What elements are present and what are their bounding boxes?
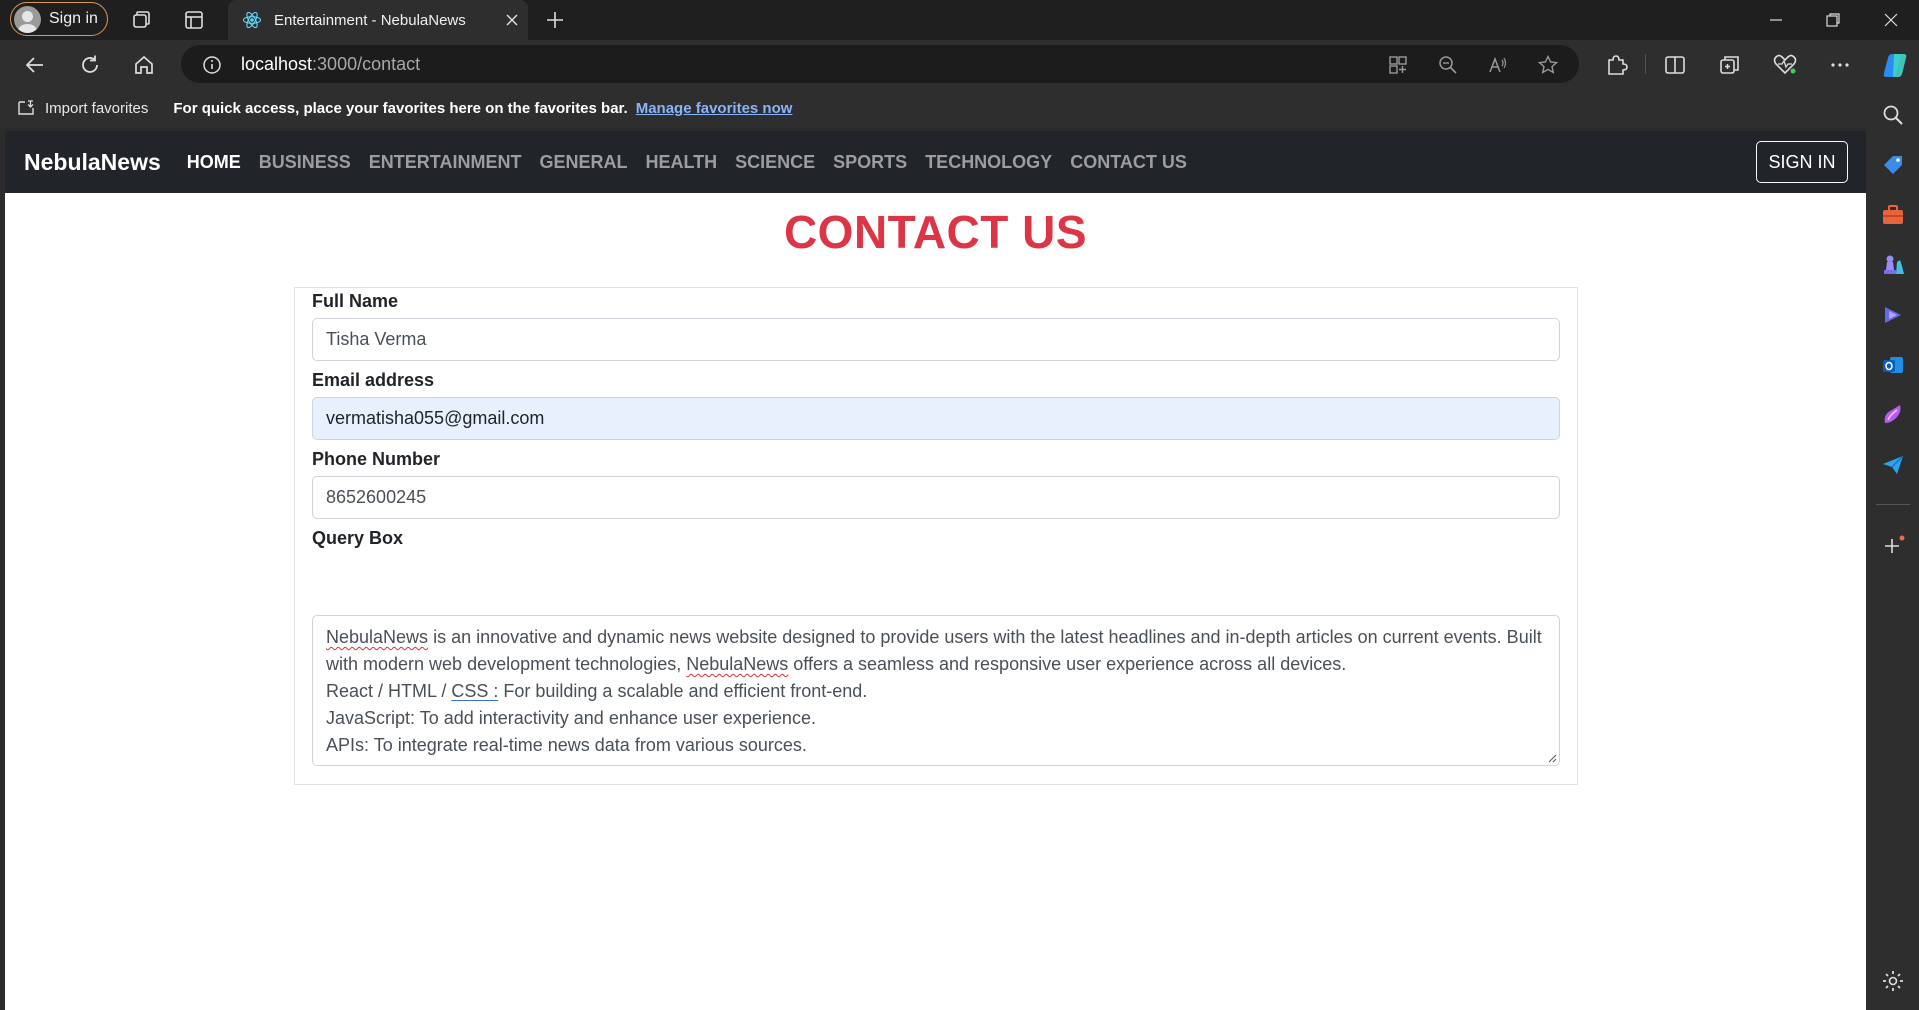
extensions-icon[interactable] [1603, 52, 1629, 78]
nav-general[interactable]: GENERAL [539, 152, 627, 173]
query-text: with modern web development technologies… [326, 654, 687, 674]
query-text: React / HTML / [326, 681, 452, 701]
email-label: Email address [312, 370, 435, 390]
import-favorites-button[interactable]: Import favorites [16, 98, 148, 118]
favorites-bar: Import favorites For quick access, place… [0, 88, 1870, 128]
manage-favorites-link[interactable]: Manage favorites now [636, 100, 793, 117]
minimize-icon[interactable] [1764, 8, 1788, 32]
more-options-icon[interactable] [1827, 52, 1853, 78]
url-text[interactable]: localhost:3000/contact [241, 54, 420, 75]
app-available-icon[interactable] [1387, 54, 1409, 76]
query-line-1: NebulaNews is an innovative and dynamic … [326, 624, 1546, 651]
profile-avatar-icon [14, 5, 41, 33]
query-label: Query Box [312, 528, 404, 548]
vertical-tabs-icon[interactable] [183, 9, 205, 31]
split-screen-icon[interactable] [1662, 52, 1688, 78]
tab-close-button[interactable] [496, 4, 528, 36]
tab-title: Entertainment - NebulaNews [274, 11, 466, 29]
nav-health[interactable]: HEALTH [645, 152, 717, 173]
nav-business[interactable]: BUSINESS [259, 152, 351, 173]
drop-send-icon[interactable] [1880, 452, 1906, 478]
query-text: offers a seamless and responsive user ex… [788, 654, 1347, 674]
query-line-2: with modern web development technologies… [326, 651, 1546, 678]
copilot-app-icon[interactable] [1880, 302, 1906, 328]
phone-value: 8652600245 [326, 487, 427, 507]
contact-form: Full Name Tisha Verma Email address verm… [294, 287, 1578, 785]
window-close-icon[interactable] [1879, 8, 1903, 32]
nav-entertainment[interactable]: ENTERTAINMENT [369, 152, 522, 173]
grammar-flag-word: CSS : [451, 681, 499, 701]
query-line-4: JavaScript: To add interactivity and enh… [326, 708, 816, 728]
browser-signin-label: Sign in [49, 10, 98, 27]
query-line-5: APIs: To integrate real-time news data f… [326, 735, 807, 755]
site-navbar: NebulaNews HOME BUSINESS ENTERTAINMENT G… [5, 131, 1866, 193]
read-aloud-icon[interactable] [1487, 54, 1509, 76]
import-favorites-icon [18, 100, 34, 115]
back-icon[interactable] [22, 52, 48, 78]
nav-contact-us[interactable]: CONTACT US [1070, 152, 1187, 173]
add-sidebar-app-icon[interactable] [1880, 533, 1906, 559]
url-path: :3000/contact [312, 54, 421, 74]
address-bar[interactable]: localhost:3000/contact [181, 45, 1579, 83]
react-logo-icon [242, 11, 262, 29]
search-icon[interactable] [1880, 102, 1906, 128]
copilot-icon[interactable] [1880, 50, 1910, 80]
favorite-star-icon[interactable] [1537, 54, 1559, 76]
resize-handle-icon[interactable] [1547, 753, 1557, 763]
site-signin-button[interactable]: SIGN IN [1756, 141, 1848, 183]
query-text: For building a scalable and efficient fr… [498, 681, 868, 701]
games-chess-icon[interactable] [1880, 252, 1906, 278]
page-title: CONTACT US [783, 206, 1088, 258]
nav-sports[interactable]: SPORTS [833, 152, 907, 173]
workspaces-icon[interactable] [130, 9, 152, 31]
query-text: is an innovative and dynamic news websit… [428, 627, 1542, 647]
zoom-out-icon[interactable] [1437, 54, 1459, 76]
shopping-tag-icon[interactable] [1880, 152, 1906, 178]
spellcheck-word: NebulaNews [326, 627, 429, 647]
full-name-input[interactable]: Tisha Verma [312, 318, 1560, 361]
full-name-value: Tisha Verma [326, 329, 427, 349]
browser-essentials-icon[interactable] [1772, 52, 1798, 78]
tab-entertainment-nebulanews[interactable]: Entertainment - NebulaNews [228, 0, 528, 40]
tools-briefcase-icon[interactable] [1880, 202, 1906, 228]
restore-icon[interactable] [1821, 8, 1845, 32]
nav-technology[interactable]: TECHNOLOGY [925, 152, 1052, 173]
outlook-icon[interactable] [1880, 352, 1906, 378]
email-value: vermatisha055@gmail.com [326, 408, 545, 428]
designer-icon[interactable] [1880, 402, 1906, 428]
query-line-3: React / HTML / CSS : For building a scal… [326, 678, 1546, 705]
home-icon[interactable] [131, 52, 157, 78]
close-icon [506, 14, 518, 26]
site-brand[interactable]: NebulaNews [24, 149, 161, 176]
phone-label: Phone Number [312, 449, 441, 469]
collections-icon[interactable] [1717, 52, 1743, 78]
page-viewport: NebulaNews HOME BUSINESS ENTERTAINMENT G… [5, 131, 1866, 1010]
email-input[interactable]: vermatisha055@gmail.com [312, 397, 1560, 440]
nav-science[interactable]: SCIENCE [735, 152, 815, 173]
favorites-bar-message: For quick access, place your favorites h… [173, 99, 628, 117]
edge-sidebar [1866, 88, 1919, 1010]
import-favorites-label: Import favorites [45, 99, 149, 117]
browser-toolbar: localhost:3000/contact [0, 40, 1919, 88]
toolbar-separator [1645, 54, 1646, 74]
url-host: localhost [241, 54, 313, 74]
browser-title-bar: Sign in Entertainment - NebulaNews [0, 0, 1919, 40]
sidebar-separator [1876, 504, 1910, 505]
refresh-icon[interactable] [77, 52, 103, 78]
nav-home[interactable]: HOME [187, 152, 241, 173]
new-tab-icon[interactable] [544, 9, 566, 31]
site-info-icon[interactable] [201, 54, 223, 76]
spellcheck-word: NebulaNews [686, 654, 789, 674]
query-textarea[interactable]: NebulaNews is an innovative and dynamic … [312, 615, 1560, 766]
sidebar-settings-icon[interactable] [1880, 968, 1906, 994]
full-name-label: Full Name [312, 291, 399, 311]
browser-signin-button[interactable]: Sign in [10, 2, 108, 36]
phone-input[interactable]: 8652600245 [312, 476, 1560, 519]
